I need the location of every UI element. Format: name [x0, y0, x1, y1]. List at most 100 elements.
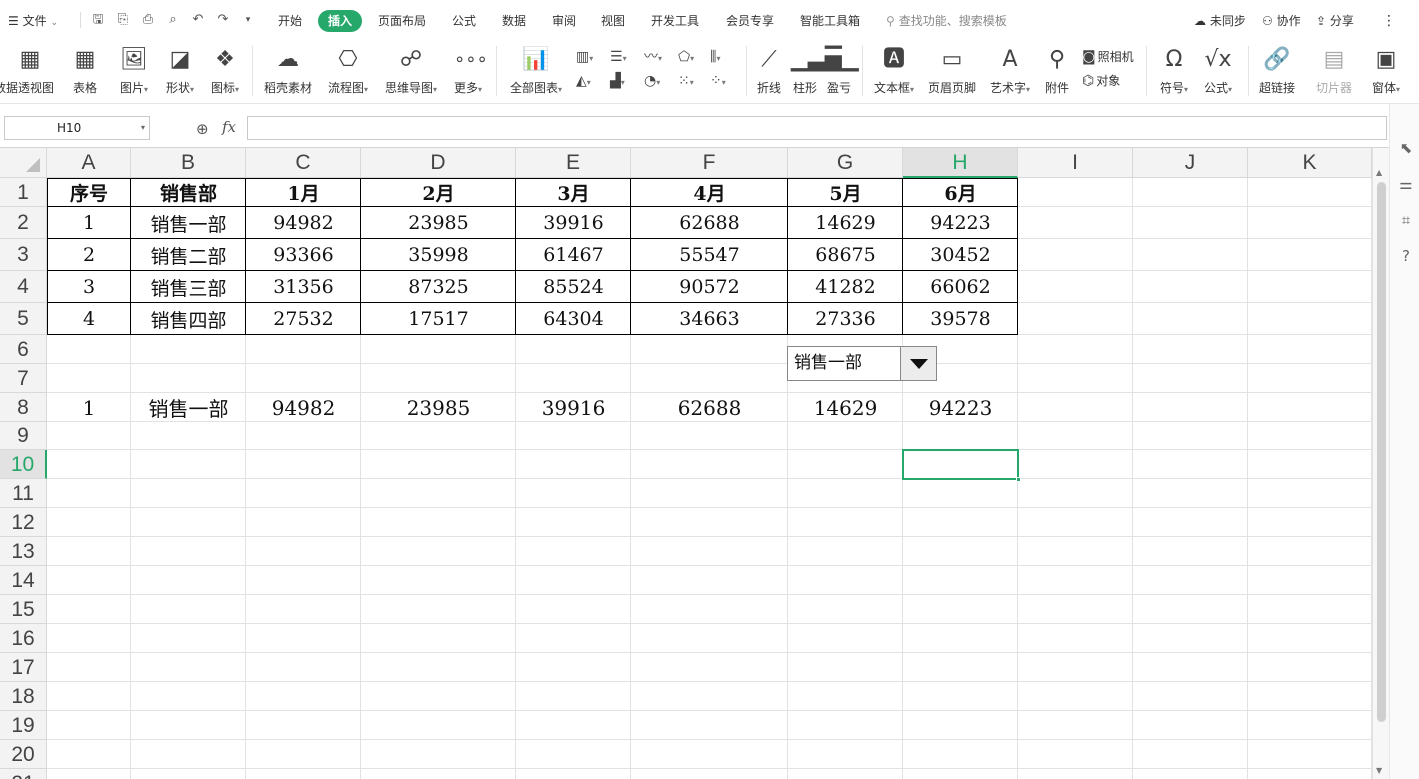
row-header-20[interactable]: 20 — [0, 740, 47, 769]
row-header-11[interactable]: 11 — [0, 479, 47, 508]
row-header-4[interactable]: 4 — [0, 271, 47, 303]
table-cell[interactable]: 62688 — [631, 207, 788, 239]
more-button[interactable]: ∘∘∘ 更多▾ — [448, 42, 488, 100]
table-header-cell[interactable]: 3月 — [516, 178, 631, 207]
table-cell[interactable]: 27532 — [246, 303, 361, 335]
area-chart-button[interactable]: ◭▾ — [576, 70, 591, 92]
textbox-button[interactable]: 🅰 文本框▾ — [870, 42, 918, 100]
table-cell[interactable]: 55547 — [631, 239, 788, 271]
combo-dropdown-button[interactable] — [900, 347, 936, 380]
table-cell[interactable]: 39916 — [516, 393, 631, 422]
active-cell-selection[interactable] — [902, 449, 1021, 482]
row-header-12[interactable]: 12 — [0, 508, 47, 537]
output-icon[interactable]: ⎘ — [114, 11, 132, 29]
table-cell[interactable]: 34663 — [631, 303, 788, 335]
tab-review[interactable]: 审阅 — [552, 10, 576, 32]
tab-view[interactable]: 视图 — [601, 10, 625, 32]
sparkline-line-button[interactable]: ⟋ 折线 — [752, 42, 786, 100]
redo-icon[interactable]: ↷ — [214, 11, 232, 29]
header-footer-button[interactable]: ▭ 页眉页脚 — [926, 42, 978, 100]
window-form-button[interactable]: ▣ 窗体▾ — [1366, 42, 1406, 100]
column-header-d[interactable]: D — [361, 148, 516, 178]
table-header-cell[interactable]: 5月 — [788, 178, 903, 207]
customize-arrow-icon[interactable]: ▾ — [239, 11, 257, 29]
print-icon[interactable]: ⎙ — [139, 11, 157, 29]
table-header-cell[interactable]: 1月 — [246, 178, 361, 207]
department-combo-box[interactable]: 销售一部 — [787, 346, 937, 381]
column-header-i[interactable]: I — [1018, 148, 1133, 178]
radar-chart-button[interactable]: ⬠▾ — [678, 46, 694, 68]
column-header-g[interactable]: G — [788, 148, 903, 178]
tab-developer[interactable]: 开发工具 — [651, 10, 699, 32]
fx-icon[interactable]: fx — [222, 118, 236, 136]
table-cell[interactable]: 14629 — [788, 393, 903, 422]
wordart-button[interactable]: A 艺术字▾ — [986, 42, 1034, 100]
row-header-8[interactable]: 8 — [0, 393, 47, 422]
table-header-cell[interactable]: 4月 — [631, 178, 788, 207]
sync-button[interactable]: ☁ 未同步 — [1194, 10, 1246, 32]
row-header-17[interactable]: 17 — [0, 653, 47, 682]
table-cell[interactable]: 35998 — [361, 239, 516, 271]
object-button[interactable]: ⌬ 对象 — [1082, 70, 1120, 92]
table-cell[interactable]: 61467 — [516, 239, 631, 271]
row-header-19[interactable]: 19 — [0, 711, 47, 740]
sparkline-winloss-button[interactable]: ▔▁ 盈亏 — [822, 42, 859, 100]
row-header-3[interactable]: 3 — [0, 239, 47, 271]
row-header-21[interactable]: 21 — [0, 769, 47, 779]
attachment-button[interactable]: ⚲ 附件 — [1040, 42, 1074, 100]
vertical-scrollbar[interactable]: ▲ ▼ — [1372, 148, 1389, 779]
bubble-chart-button[interactable]: ⁘▾ — [710, 70, 726, 92]
row-header-9[interactable]: 9 — [0, 422, 47, 450]
collab-button[interactable]: ⚇ 协作 — [1262, 10, 1301, 32]
table-cell[interactable]: 4 — [47, 303, 131, 335]
stock-chart-button[interactable]: ⫼▾ — [710, 46, 720, 68]
scroll-down-icon[interactable]: ▼ — [1376, 766, 1382, 775]
table-cell[interactable]: 2 — [47, 239, 131, 271]
tab-member[interactable]: 会员专享 — [726, 10, 774, 32]
column-header-k[interactable]: K — [1248, 148, 1372, 178]
table-cell[interactable]: 23985 — [361, 393, 516, 422]
table-cell[interactable]: 94982 — [246, 207, 361, 239]
file-menu[interactable]: ☰ 文件 ⌄ — [8, 10, 58, 32]
tab-smart-tools[interactable]: 智能工具箱 — [800, 10, 860, 32]
picture-button[interactable]: 🖼 图片▾ — [114, 42, 154, 100]
column-header-e[interactable]: E — [516, 148, 631, 178]
column-header-h[interactable]: H — [903, 148, 1018, 178]
sparkline-column-button[interactable]: ▁▃▅ 柱形 — [788, 42, 842, 100]
row-header-6[interactable]: 6 — [0, 335, 47, 364]
spreadsheet-grid[interactable]: ABCDEFGHIJK 1 2 3 4 5 6 7 8 9 10 11 12 13 14 15 16 17 18 1… — [0, 148, 1372, 779]
table-cell[interactable]: 62688 — [631, 393, 788, 422]
scroll-up-icon[interactable]: ▲ — [1376, 168, 1382, 177]
row-header-13[interactable]: 13 — [0, 537, 47, 566]
shape-button[interactable]: ◪ 形状▾ — [160, 42, 200, 100]
chevron-down-icon[interactable]: ▾ — [141, 117, 145, 139]
select-all-corner[interactable] — [0, 148, 47, 178]
flowchart-button[interactable]: ⎔ 流程图▾ — [324, 42, 372, 100]
table-cell[interactable]: 销售三部 — [131, 271, 246, 303]
camera-button[interactable]: ◙ 照相机 — [1082, 46, 1134, 68]
table-cell[interactable]: 31356 — [246, 271, 361, 303]
bar-chart-button[interactable]: ☰▾ — [610, 46, 627, 68]
scrollbar-thumb[interactable] — [1377, 182, 1386, 722]
column-header-j[interactable]: J — [1133, 148, 1248, 178]
row-header-1[interactable]: 1 — [0, 178, 47, 207]
table-header-cell[interactable]: 销售部 — [131, 178, 246, 207]
table-cell[interactable]: 41282 — [788, 271, 903, 303]
column-header-c[interactable]: C — [246, 148, 361, 178]
table-header-cell[interactable]: 2月 — [361, 178, 516, 207]
table-cell[interactable]: 3 — [47, 271, 131, 303]
table-cell[interactable]: 27336 — [788, 303, 903, 335]
table-cell[interactable]: 68675 — [788, 239, 903, 271]
table-cell[interactable]: 23985 — [361, 207, 516, 239]
tab-formulas[interactable]: 公式 — [452, 10, 476, 32]
table-cell[interactable]: 39916 — [516, 207, 631, 239]
column-header-b[interactable]: B — [131, 148, 246, 178]
icon-library-button[interactable]: ❖ 图标▾ — [205, 42, 245, 100]
all-charts-button[interactable]: 📊 全部图表▾ — [506, 42, 566, 100]
table-cell[interactable]: 39578 — [903, 303, 1018, 335]
table-header-cell[interactable]: 序号 — [47, 178, 131, 207]
hyperlink-button[interactable]: 🔗 超链接 — [1256, 42, 1298, 100]
formula-insert-button[interactable]: √x 公式▾ — [1198, 42, 1238, 100]
slicer-button[interactable]: ▤ 切片器 — [1312, 42, 1356, 100]
table-cell[interactable]: 30452 — [903, 239, 1018, 271]
